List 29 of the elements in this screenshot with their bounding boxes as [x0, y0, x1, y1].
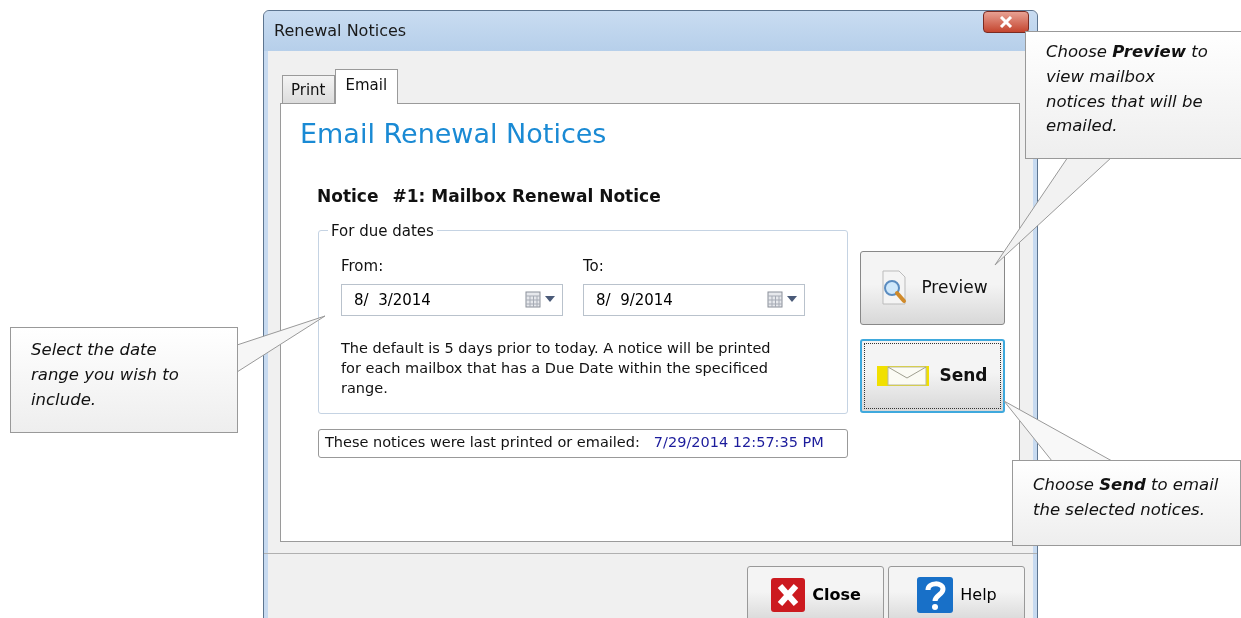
last-sent-label: These notices were last printed or emailed: [325, 433, 640, 453]
page-heading: Email Renewal Notices [299, 117, 608, 151]
calendar-icon [525, 290, 542, 308]
help-button[interactable]: Help [888, 566, 1025, 618]
close-icon [998, 16, 1014, 28]
window-title: Renewal Notices [274, 20, 407, 42]
callout-note: Select the date range you wish to include. [10, 327, 238, 433]
tab[interactable]: Email [334, 68, 399, 104]
tab[interactable]: Print [282, 74, 335, 103]
close-button[interactable]: Close [747, 566, 884, 618]
description-text: The default is 5 days prior to today. A notice will be printed for each mailbox that has a Due Date within the specificed range. [341, 338, 772, 399]
help-icon [916, 575, 955, 614]
preview-button[interactable]: Preview [860, 250, 1005, 325]
close-button[interactable] [983, 11, 1029, 33]
notice-label: Notice [317, 185, 379, 209]
envelope-icon [877, 363, 930, 388]
caret-icon[interactable] [545, 296, 555, 303]
date-field[interactable]: 8/ 9/2014 [583, 283, 805, 316]
field-label: From: [341, 256, 385, 278]
field-label: To: [583, 256, 605, 278]
callout-note: Choose Send to email the selected notices. [1012, 460, 1241, 546]
caret-icon[interactable] [787, 296, 797, 303]
callout-note: Choose Preview to view mailbox notices that will be emailed. [1025, 31, 1241, 159]
last-sent-value: 7/29/2014 12:57:35 PM [653, 433, 824, 453]
calendar-icon [767, 290, 784, 308]
close-icon [770, 576, 807, 613]
date-field[interactable]: 8/ 3/2014 [341, 283, 563, 316]
notice-title: #1: Mailbox Renewal Notice [392, 185, 661, 209]
send-button[interactable]: Send [860, 338, 1005, 413]
